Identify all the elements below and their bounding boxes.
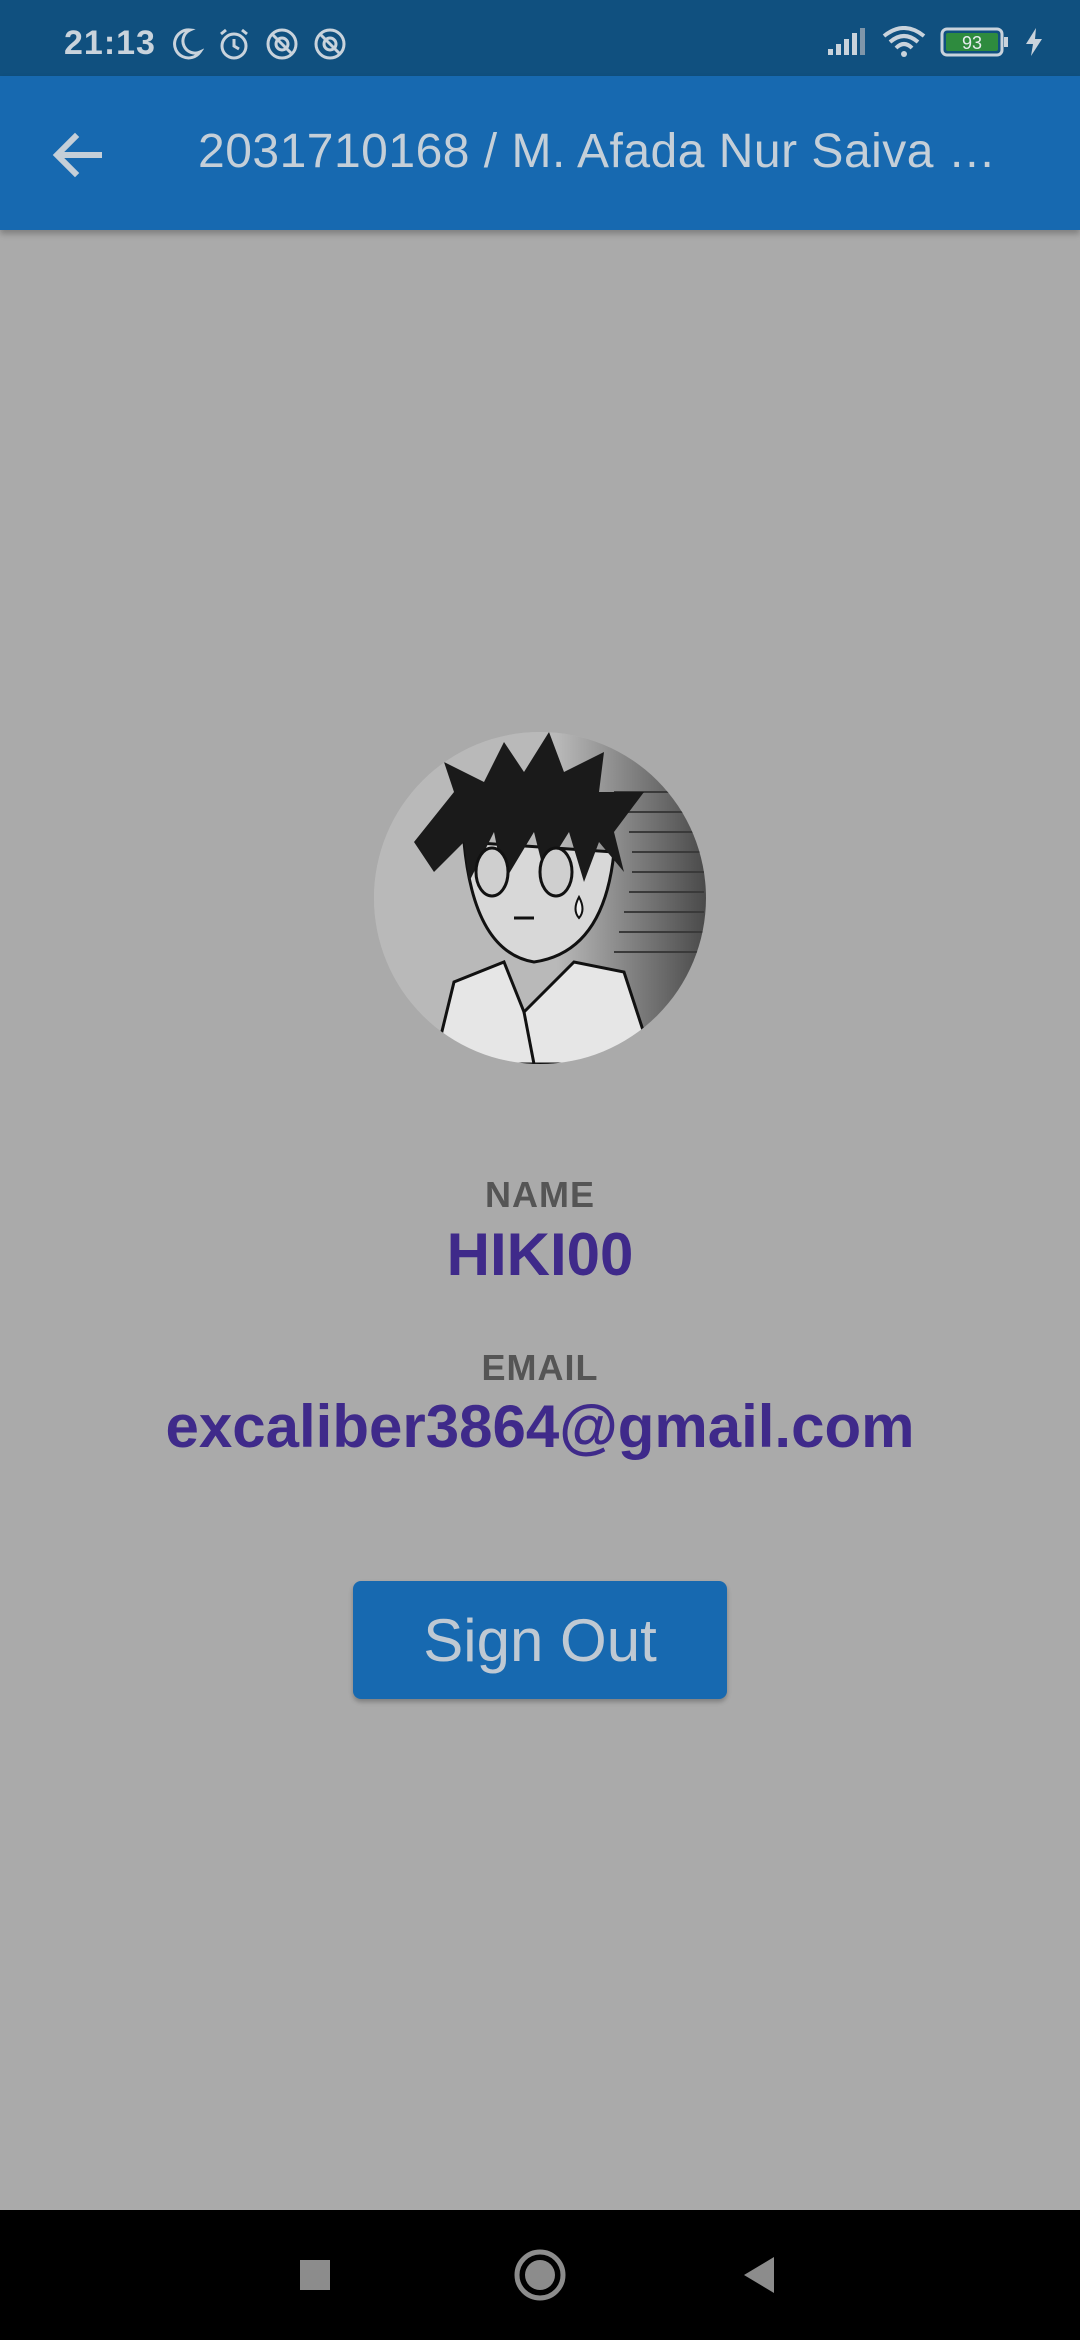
email-value: excaliber3864@gmail.com bbox=[165, 1393, 915, 1460]
battery-level: 93 bbox=[962, 33, 982, 53]
blocked-icon bbox=[314, 28, 346, 60]
home-button[interactable] bbox=[480, 2210, 600, 2340]
avatar bbox=[374, 732, 706, 1064]
charging-icon bbox=[1026, 28, 1042, 56]
recents-square-icon bbox=[300, 2260, 330, 2290]
sign-out-button[interactable]: Sign Out bbox=[353, 1581, 727, 1699]
status-bar: 21:13 93 bbox=[0, 0, 1080, 76]
moon-icon bbox=[173, 28, 204, 60]
blocked-icon bbox=[266, 28, 298, 60]
email-label: EMAIL bbox=[481, 1347, 599, 1388]
arrow-left-icon bbox=[52, 132, 102, 178]
status-left-icons bbox=[168, 26, 348, 62]
system-nav-bar bbox=[0, 2210, 1080, 2340]
back-button[interactable] bbox=[40, 118, 114, 192]
signal-icon bbox=[828, 28, 865, 55]
back-nav-button[interactable] bbox=[700, 2210, 820, 2340]
name-label: NAME bbox=[485, 1174, 595, 1215]
app-bar: 2031710168 / M. Afada Nur Saiva … bbox=[0, 76, 1080, 230]
back-triangle-icon bbox=[744, 2257, 774, 2293]
status-time: 21:13 bbox=[64, 24, 156, 62]
status-right-icons: 93 bbox=[826, 26, 1044, 58]
page-title: 2031710168 / M. Afada Nur Saiva … bbox=[198, 125, 997, 178]
battery-icon: 93 bbox=[940, 27, 1008, 57]
recents-button[interactable] bbox=[255, 2210, 375, 2340]
home-circle-icon bbox=[514, 2249, 566, 2301]
wifi-icon bbox=[882, 26, 926, 57]
name-value: HIKI00 bbox=[446, 1221, 634, 1288]
alarm-icon bbox=[220, 28, 248, 60]
avatar-illustration bbox=[374, 732, 706, 1064]
